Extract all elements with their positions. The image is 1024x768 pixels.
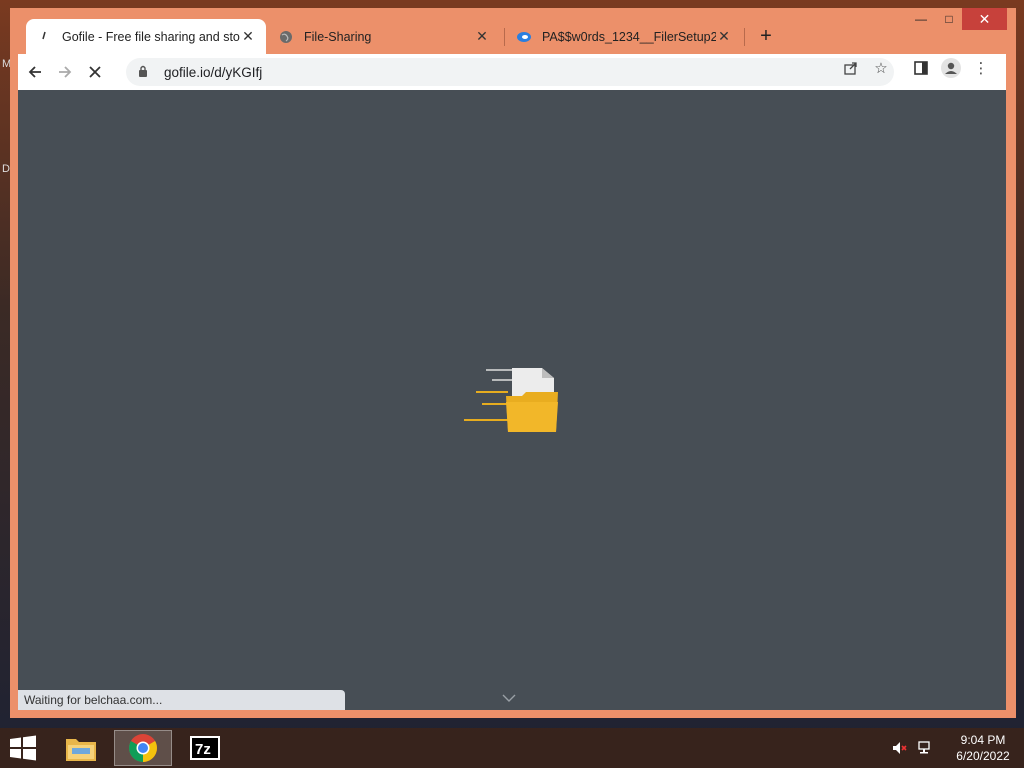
tab-file-sharing[interactable]: File-Sharing ✕ bbox=[268, 19, 500, 54]
arrow-right-icon bbox=[59, 66, 72, 78]
menu-kebab-icon[interactable]: ⋮ bbox=[966, 58, 996, 78]
arrow-left-icon bbox=[28, 66, 41, 78]
tab-close-icon[interactable]: ✕ bbox=[716, 28, 732, 45]
chrome-icon bbox=[129, 734, 157, 762]
tab-gofile[interactable]: Gofile - Free file sharing and stor ✕ bbox=[26, 19, 266, 54]
side-panel-icon[interactable] bbox=[906, 58, 936, 78]
tab-close-icon[interactable]: ✕ bbox=[240, 28, 256, 45]
new-tab-button[interactable]: + bbox=[754, 24, 778, 48]
speaker-muted-icon[interactable] bbox=[890, 738, 910, 758]
taskbar-file-explorer[interactable] bbox=[52, 730, 110, 766]
address-bar[interactable]: gofile.io/d/yKGIfj bbox=[126, 58, 894, 86]
maximize-button[interactable]: □ bbox=[936, 8, 962, 30]
clock-date: 6/20/2022 bbox=[956, 749, 1010, 763]
clock[interactable]: 9:04 PM 6/20/2022 bbox=[948, 732, 1018, 764]
gofile-favicon-icon bbox=[36, 29, 52, 45]
globe-icon bbox=[278, 29, 294, 45]
7zip-icon: 7z bbox=[190, 736, 220, 760]
tab-passwords-setup[interactable]: PA$$w0rds_1234__FilerSetup2--C ✕ bbox=[506, 19, 742, 54]
tab-title: File-Sharing bbox=[304, 29, 372, 44]
browser-toolbar: gofile.io/d/yKGIfj ☆ ⋮ bbox=[18, 54, 1006, 90]
system-tray: 9:04 PM 6/20/2022 bbox=[890, 728, 1024, 768]
forward-button[interactable] bbox=[50, 57, 80, 87]
tab-separator bbox=[744, 28, 745, 46]
share-icon[interactable] bbox=[836, 58, 866, 78]
minimize-button[interactable]: — bbox=[908, 8, 934, 30]
tab-title: PA$$w0rds_1234__FilerSetup2--C bbox=[542, 29, 716, 44]
windows-start-button[interactable] bbox=[8, 735, 38, 761]
close-x-icon bbox=[89, 66, 101, 78]
mediafire-favicon-icon bbox=[516, 29, 532, 45]
taskbar: 7z 9:04 PM 6/20/2022 bbox=[0, 728, 1024, 768]
tab-close-icon[interactable]: ✕ bbox=[474, 28, 490, 45]
status-bubble: Waiting for belchaa.com... bbox=[18, 690, 345, 710]
folder-icon bbox=[66, 739, 96, 761]
desktop-edge-letter-d: D bbox=[2, 163, 10, 175]
taskbar-chrome[interactable] bbox=[114, 730, 172, 766]
network-icon[interactable] bbox=[916, 738, 936, 758]
tab-strip: Gofile - Free file sharing and stor ✕ Fi… bbox=[10, 8, 1016, 54]
tab-title: Gofile - Free file sharing and stor bbox=[62, 29, 240, 44]
lock-icon bbox=[138, 65, 152, 80]
windows-logo-icon bbox=[10, 735, 36, 761]
url-text: gofile.io/d/yKGIfj bbox=[164, 64, 263, 80]
taskbar-7zip[interactable]: 7z bbox=[176, 730, 234, 766]
svg-text:7z: 7z bbox=[195, 741, 211, 758]
page-content: Waiting for belchaa.com... bbox=[18, 90, 1006, 710]
stop-loading-button[interactable] bbox=[80, 57, 110, 87]
browser-window: Gofile - Free file sharing and stor ✕ Fi… bbox=[10, 8, 1016, 718]
clock-time: 9:04 PM bbox=[960, 733, 1006, 747]
toolbar-actions: ☆ ⋮ bbox=[836, 58, 996, 78]
profile-avatar-icon[interactable] bbox=[936, 58, 966, 78]
back-button[interactable] bbox=[20, 57, 50, 87]
bookmark-star-icon[interactable]: ☆ bbox=[866, 58, 896, 78]
flying-folder-icon bbox=[464, 368, 558, 432]
tab-separator bbox=[504, 28, 505, 46]
close-window-button[interactable]: ✕ bbox=[962, 8, 1007, 30]
chevron-down-icon bbox=[502, 694, 516, 702]
